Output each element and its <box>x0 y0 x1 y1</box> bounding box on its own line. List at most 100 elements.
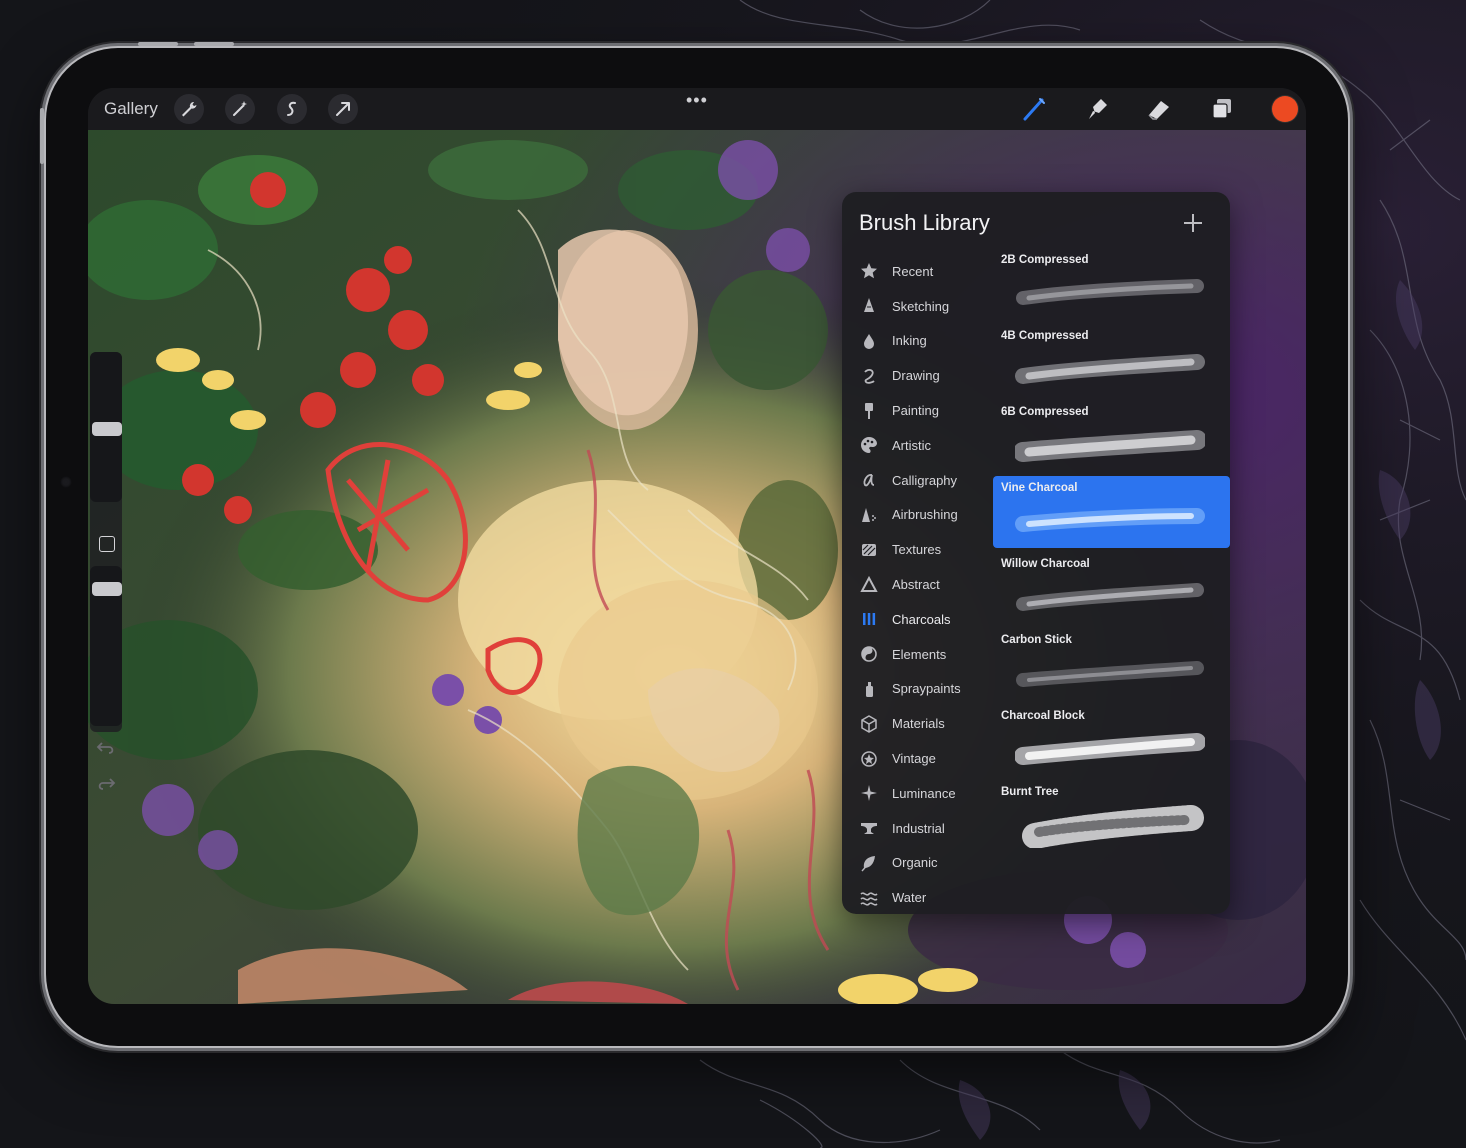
brush-name: 2B Compressed <box>1001 254 1089 266</box>
brush-set-label: Painting <box>892 403 939 419</box>
brush-icon <box>1023 98 1045 121</box>
ipad-device-frame: Gallery ••• Brush Library Recent Sketchi… <box>40 42 1348 1046</box>
brush-item-vine-charcoal[interactable]: Vine Charcoal <box>993 476 1230 548</box>
brush-set-label: Luminance <box>892 785 956 801</box>
triangle-icon <box>860 575 878 592</box>
brush-size-slider[interactable] <box>90 352 122 502</box>
device-top-button <box>194 42 234 46</box>
brush-item-carbon-stick[interactable]: Carbon Stick <box>993 628 1230 700</box>
yin-yang-icon <box>861 646 877 662</box>
brush-stroke-preview <box>1016 279 1204 305</box>
brush-set-item-calligraphy[interactable]: Calligraphy <box>854 463 1002 498</box>
brush-set-label: Materials <box>892 716 945 732</box>
brush-set-item-water[interactable]: Water <box>854 880 1002 915</box>
gallery-button[interactable]: Gallery <box>104 99 158 119</box>
brush-set-label: Elements <box>892 646 947 662</box>
brush-set-item-textures[interactable]: Textures <box>854 532 1002 567</box>
brush-set-label: Industrial <box>892 820 945 836</box>
side-slider-bar <box>90 352 122 790</box>
brush-stroke-preview <box>1015 508 1205 532</box>
brush-stroke-preview <box>1015 354 1205 384</box>
redo-icon <box>98 778 116 790</box>
brush-stroke-preview <box>1015 733 1205 765</box>
brush-set-label: Calligraphy <box>892 472 958 488</box>
selection-icon <box>287 101 296 116</box>
actions-wrench-button[interactable] <box>174 94 204 124</box>
brush-set-item-charcoals[interactable]: Charcoals <box>854 602 1002 637</box>
vintage-star-icon <box>861 750 877 767</box>
eraser-tool-button[interactable] <box>1145 95 1173 123</box>
brush-set-label: Drawing <box>892 368 940 384</box>
spray-can-icon <box>866 681 873 697</box>
transform-button[interactable] <box>328 94 358 124</box>
panel-title: Brush Library <box>859 210 990 235</box>
undo-button[interactable] <box>96 740 116 761</box>
brush-set-item-materials[interactable]: Materials <box>854 706 1002 741</box>
brush-stroke-preview <box>1015 430 1205 462</box>
front-camera <box>60 476 72 488</box>
brush-opacity-slider[interactable] <box>90 566 122 726</box>
palette-icon <box>861 437 877 454</box>
brush-item-burnt-tree[interactable]: Burnt Tree <box>993 780 1230 852</box>
brush-set-label: Recent <box>892 263 934 279</box>
brush-set-label: Inking <box>892 333 927 349</box>
magic-wand-icon <box>233 101 247 116</box>
brush-set-item-spraypaints[interactable]: Spraypaints <box>854 672 1002 707</box>
smudge-tool-button[interactable] <box>1083 95 1111 123</box>
brush-set-label: Water <box>892 890 927 906</box>
adjustments-button[interactable] <box>225 94 255 124</box>
brush-item-2b-compressed[interactable]: 2B Compressed <box>993 248 1230 320</box>
brush-set-item-inking[interactable]: Inking <box>854 324 1002 359</box>
brush-set-label: Organic <box>892 855 938 871</box>
brush-set-item-airbrushing[interactable]: Airbrushing <box>854 498 1002 533</box>
color-picker-button[interactable] <box>1272 96 1298 122</box>
brush-item-willow-charcoal[interactable]: Willow Charcoal <box>993 552 1230 624</box>
brush-set-item-painting[interactable]: Painting <box>854 393 1002 428</box>
brush-set-item-artistic[interactable]: Artistic <box>854 428 1002 463</box>
brush-set-item-industrial[interactable]: Industrial <box>854 811 1002 846</box>
brush-item-6b-compressed[interactable]: 6B Compressed <box>993 400 1230 472</box>
charcoal-sticks-icon <box>863 613 876 626</box>
layers-button[interactable] <box>1208 95 1236 123</box>
brush-opacity-thumb[interactable] <box>92 582 122 596</box>
redo-button[interactable] <box>96 776 116 797</box>
brush-set-label: Sketching <box>892 298 950 314</box>
brush-set-label: Artistic <box>892 437 931 453</box>
leaf-icon <box>861 855 875 872</box>
brush-set-item-organic[interactable]: Organic <box>854 846 1002 881</box>
brush-name: Burnt Tree <box>1001 786 1059 798</box>
sparkle-icon <box>861 785 877 802</box>
modify-button[interactable] <box>99 536 115 552</box>
brush-set-label: Textures <box>892 542 942 558</box>
brush-set-item-recent[interactable]: Recent <box>854 254 1002 289</box>
brush-name: 6B Compressed <box>1001 406 1089 418</box>
brush-item-4b-compressed[interactable]: 4B Compressed <box>993 324 1230 396</box>
brush-stroke-preview <box>1022 805 1204 848</box>
script-a-icon <box>863 474 875 487</box>
star-icon <box>861 263 877 279</box>
brush-library-panel: Brush Library Recent Sketching Inking Dr… <box>842 192 1230 914</box>
more-options-button[interactable]: ••• <box>686 90 708 111</box>
brush-set-item-luminance[interactable]: Luminance <box>854 776 1002 811</box>
brush-name: Charcoal Block <box>1001 710 1085 722</box>
brush-set-item-vintage[interactable]: Vintage <box>854 741 1002 776</box>
device-side-button <box>40 108 44 164</box>
ink-drop-icon <box>864 333 874 349</box>
wrench-icon <box>182 102 197 117</box>
selection-button[interactable] <box>277 94 307 124</box>
brush-set-item-elements[interactable]: Elements <box>854 637 1002 672</box>
brush-set-item-abstract[interactable]: Abstract <box>854 567 1002 602</box>
waves-icon <box>860 892 878 906</box>
brush-item-charcoal-block[interactable]: Charcoal Block <box>993 704 1230 776</box>
add-brush-set-button[interactable] <box>1182 212 1204 234</box>
top-toolbar: Gallery ••• <box>88 88 1306 130</box>
brush-set-item-sketching[interactable]: Sketching <box>854 289 1002 324</box>
brush-set-label: Airbrushing <box>892 507 958 523</box>
brush-size-thumb[interactable] <box>92 422 122 436</box>
eraser-icon <box>1148 101 1169 120</box>
paint-tool-button[interactable] <box>1020 95 1048 123</box>
brush-stroke-preview <box>1016 583 1204 611</box>
brush-set-item-drawing[interactable]: Drawing <box>854 358 1002 393</box>
brush-stroke-preview <box>1016 661 1204 687</box>
brush-name: Vine Charcoal <box>1001 482 1078 494</box>
